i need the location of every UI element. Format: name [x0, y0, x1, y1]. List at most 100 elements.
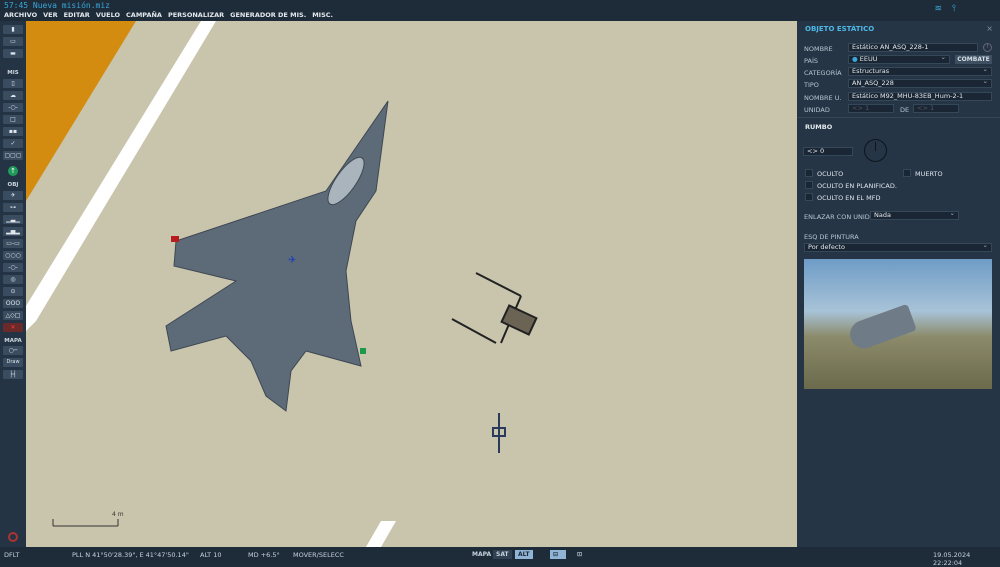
status-bar: DFLT PLL N 41°50'28.39", E 41°47'50.14" …	[0, 547, 1000, 567]
towbar-object[interactable]	[451, 272, 538, 344]
map-svg: ✈	[26, 21, 538, 547]
action-readout: MOVER/SELECC	[293, 551, 344, 559]
combate-button[interactable]: COMBATE	[955, 55, 992, 64]
oculto-mfd-label: OCULTO EN EL MFD	[817, 194, 881, 202]
country-dot-icon: ●	[852, 55, 860, 63]
static-object-icon[interactable]: ▭-▭	[3, 239, 23, 248]
scale-bar	[52, 519, 119, 527]
measure-icon[interactable]: ├┤	[3, 370, 23, 379]
new-file-icon[interactable]: ▮	[3, 25, 23, 34]
pintura-label: ESQ DE PINTURA	[804, 233, 859, 241]
plane-icon[interactable]: ✈	[3, 191, 23, 200]
map-canvas[interactable]: ✈ 4 m	[26, 21, 797, 547]
trigger-zone-icon[interactable]: -○-	[3, 103, 23, 112]
heading-dial[interactable]	[864, 139, 887, 162]
de-label: DE	[900, 106, 910, 114]
nombre-unidad-label: NOMBRE U.	[804, 94, 842, 102]
actions-icon[interactable]: ▪▪	[3, 127, 23, 136]
tipo-label: TIPO	[804, 81, 819, 89]
jet-aircraft[interactable]	[165, 100, 389, 412]
unit-marker-icon: ✈	[288, 255, 296, 266]
mis-label: MIS	[7, 70, 19, 76]
delete-icon[interactable]: ✕	[3, 323, 23, 332]
settings-icon[interactable]: ⊡	[574, 550, 584, 559]
de-stepper[interactable]: <> 1	[913, 104, 959, 113]
helicopter-icon[interactable]: ⊶	[3, 203, 23, 212]
waypoint-icon[interactable]: -○-	[3, 263, 23, 272]
rumbo-stepper[interactable]: <> 0	[803, 147, 853, 156]
pais-value: EEUU	[859, 55, 878, 63]
categoria-select[interactable]: Estructuras	[848, 67, 992, 76]
unidad-label: UNIDAD	[804, 106, 830, 114]
antenna-icon: ⫯	[952, 4, 956, 14]
categoria-label: CATEGORÍA	[804, 69, 842, 77]
info-icon[interactable]: !	[983, 43, 992, 52]
zone-icon[interactable]: ⊙	[3, 287, 23, 296]
nombre-input[interactable]: Estático AN_ASQ_228-1	[848, 43, 978, 52]
enlazar-label: ENLAZAR CON UNID.	[804, 213, 872, 221]
menu-personalizar[interactable]: PERSONALIZAR	[168, 11, 224, 19]
group-icon[interactable]: ○○○	[3, 251, 23, 260]
check-icon[interactable]: ✓	[3, 139, 23, 148]
ship-icon[interactable]: ▁▃▁	[3, 215, 23, 224]
small-object[interactable]	[492, 413, 506, 453]
target-icon[interactable]: ◎	[3, 275, 23, 284]
pintura-select[interactable]: Por defecto	[804, 243, 992, 252]
menu-bar: ARCHIVO VER EDITAR VUELO CAMPAÑA PERSONA…	[4, 11, 333, 19]
formation-icon[interactable]: OOO	[3, 299, 23, 308]
object-preview-image	[804, 259, 992, 389]
mapa-label: MAPA	[4, 338, 22, 344]
muerto-label: MUERTO	[915, 170, 943, 178]
oculto-label: OCULTO	[817, 170, 844, 178]
muerto-checkbox[interactable]	[903, 169, 911, 177]
menu-misc[interactable]: MISC.	[312, 11, 333, 19]
obj-label: OBJ	[7, 182, 19, 188]
sat-button[interactable]: SAT	[493, 550, 512, 559]
layers-icon[interactable]: ⊟	[550, 550, 566, 559]
datetime: 19.05.2024 22:22:04	[933, 551, 971, 567]
enlazar-select[interactable]: Nada	[870, 211, 959, 220]
altitude-readout: ALT 10	[200, 551, 222, 559]
unidad-stepper[interactable]: <> 1	[848, 104, 894, 113]
globe-icon[interactable]	[8, 532, 18, 542]
mode-select[interactable]: DFLT	[4, 551, 19, 559]
close-icon[interactable]: ×	[986, 24, 993, 33]
divider	[797, 117, 1000, 118]
oculto-mfd-checkbox[interactable]	[805, 193, 813, 201]
panel-title: OBJETO ESTÁTICO	[805, 25, 875, 33]
menu-generador[interactable]: GENERADOR DE MIS.	[230, 11, 306, 19]
coordinates-readout: PLL N 41°50'28.39", E 41°47'50.14"	[72, 551, 189, 559]
wifi-icon: ≋	[934, 4, 943, 14]
briefing-icon[interactable]: ▯	[3, 79, 23, 88]
up-arrow-icon[interactable]: ↑	[8, 166, 18, 176]
top-bar: 57:45 Nueva misión.miz ARCHIVO VER EDITA…	[0, 0, 1000, 21]
draw-button[interactable]: Draw	[3, 358, 23, 367]
weather-icon[interactable]: ☁	[3, 91, 23, 100]
ruler-icon[interactable]: ○─	[3, 346, 23, 355]
open-folder-icon[interactable]: ▭	[3, 37, 23, 46]
menu-vuelo[interactable]: VUELO	[96, 11, 120, 19]
vehicle-icon[interactable]: ▂▅▂	[3, 227, 23, 236]
goals-icon[interactable]: ▢▢▢	[3, 151, 23, 160]
shapes-icon[interactable]: △◇□	[3, 311, 23, 320]
scale-label: 4 m	[112, 511, 124, 518]
save-icon[interactable]: ▬	[3, 49, 23, 58]
menu-editar[interactable]: EDITAR	[64, 11, 90, 19]
pais-select[interactable]: ● EEUU	[848, 55, 950, 64]
menu-archivo[interactable]: ARCHIVO	[4, 11, 37, 19]
oculto-plan-label: OCULTO EN PLANIFICAD.	[817, 182, 897, 190]
pais-label: PAÍS	[804, 57, 818, 65]
static-object-panel: OBJETO ESTÁTICO × NOMBRE Estático AN_ASQ…	[797, 21, 1000, 547]
magnetic-readout: MD +6.5°	[248, 551, 280, 559]
trigger-icon[interactable]: □	[3, 115, 23, 124]
oculto-plan-checkbox[interactable]	[805, 181, 813, 189]
nombre-label: NOMBRE	[804, 45, 833, 53]
mapa-button[interactable]: MAPA	[469, 550, 494, 559]
menu-campana[interactable]: CAMPAÑA	[126, 11, 162, 19]
nombre-unidad-input[interactable]: Estático M92_MHU-83EB_Hum-2-1	[848, 92, 992, 101]
runway-stripe-bottom	[366, 521, 396, 547]
tipo-select[interactable]: AN_ASQ_228	[848, 79, 992, 88]
menu-ver[interactable]: VER	[43, 11, 57, 19]
oculto-checkbox[interactable]	[805, 169, 813, 177]
alt-button[interactable]: ALT	[515, 550, 533, 559]
